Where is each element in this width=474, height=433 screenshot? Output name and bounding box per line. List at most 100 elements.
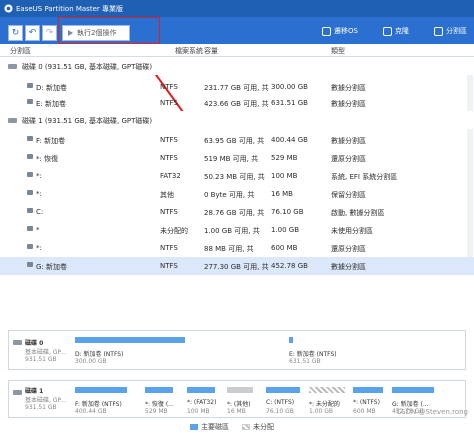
map-part-size: 631.51 GB xyxy=(289,358,321,365)
partition-cap: 1.00 GB 可用, 共 xyxy=(204,227,260,235)
partition-cap: 50.23 MB 可用, 共 xyxy=(204,173,265,181)
map-part-label: F: 新加卷 (NTFS) xyxy=(75,401,122,408)
map-part-size: 100 MB xyxy=(187,408,210,415)
disk-map-name: 磁碟 1 xyxy=(25,388,44,395)
partition-row[interactable]: *: 恢復 NTFS 519 MB 可用, 共 529 MB 還原分割區 xyxy=(0,149,474,167)
partition-total: 16 MB xyxy=(271,190,293,198)
partition-total: 400.44 GB xyxy=(271,136,308,144)
partition-bar[interactable] xyxy=(75,387,127,393)
partition-bar[interactable] xyxy=(289,337,293,343)
partition-row[interactable]: C: NTFS 28.76 GB 可用, 共 76.10 GB 啟動, 數據分割… xyxy=(0,203,474,221)
partition-bar[interactable] xyxy=(75,337,185,343)
partition-row[interactable]: *: FAT32 50.23 MB 可用, 共 100 MB 系統, EFI 系… xyxy=(0,167,474,185)
map-part-label: E: 新加卷 (NTFS) xyxy=(289,351,337,358)
partition-total: 452.78 GB xyxy=(271,262,308,270)
partition-type: 數據分割區 xyxy=(331,100,366,108)
partition-icon xyxy=(27,208,33,213)
legend-primary-label: 主要磁區 xyxy=(201,423,229,431)
partition-total: 1.00 GB xyxy=(271,226,300,234)
redo-button[interactable]: ↷ xyxy=(42,25,57,41)
disk-icon xyxy=(8,64,17,69)
clone-label: 克隆 xyxy=(395,27,409,35)
disk-row[interactable]: 磁碟 1 (931.51 GB, 基本磁碟, GPT磁碟) xyxy=(0,111,474,129)
clone-button[interactable]: 克隆 xyxy=(383,26,409,36)
partition-type: 數據分割區 xyxy=(331,263,366,271)
map-part-size: 400.44 GB xyxy=(75,408,107,415)
disk-icon xyxy=(13,390,22,395)
disk-label: 磁碟 0 (931.51 GB, 基本磁碟, GPT磁碟) xyxy=(22,63,153,71)
partition-name: C: xyxy=(36,208,44,216)
partition-name: E: 新加卷 xyxy=(36,100,67,108)
partition-bar[interactable] xyxy=(187,387,215,393)
partition-fs: NTFS xyxy=(160,99,178,107)
disk-map-0: 磁碟 0 基本磁碟, GP... 931.51 GB D: 新加卷 (NTFS)… xyxy=(8,330,466,370)
partition-bar[interactable] xyxy=(353,387,383,393)
disk-map-sub: 基本磁碟, GP... xyxy=(25,349,66,356)
partition-type: 還原分割區 xyxy=(331,155,366,163)
partition-cap: 231.77 GB 可用, 共 xyxy=(204,84,269,92)
map-part-size: 16 MB xyxy=(227,408,246,415)
partition-icon xyxy=(27,226,33,231)
map-part-label: D: 新加卷 (NTFS) xyxy=(75,351,124,358)
primary-swatch-icon xyxy=(190,424,198,430)
disk-icon xyxy=(13,340,22,345)
unallocated-bar[interactable] xyxy=(309,387,345,393)
partition-row[interactable]: *: NTFS 88 MB 可用, 共 600 MB 還原分割區 xyxy=(0,239,474,257)
partition-name: G: 新加卷 xyxy=(36,263,68,271)
partition-row[interactable]: *: 其他 0 Byte 可用, 共 16 MB 保留分割區 xyxy=(0,185,474,203)
partition-type: 數據分割區 xyxy=(331,137,366,145)
partition-total: 529 MB xyxy=(271,154,298,162)
map-part-label: C: (NTFS) xyxy=(266,399,295,406)
clone-icon xyxy=(383,26,392,36)
undo-button[interactable]: ↶ xyxy=(25,25,40,41)
partition-type: 未使用分割區 xyxy=(331,227,373,235)
partition-icon xyxy=(27,244,33,249)
map-part-label: *: (FAT32) xyxy=(187,399,217,406)
disk-map-name: 磁碟 0 xyxy=(25,340,44,347)
map-part-label: *: (其他) xyxy=(227,401,251,408)
map-part-label: G: 新加卷 (... xyxy=(392,401,429,408)
refresh-button[interactable]: ↻ xyxy=(8,25,23,41)
partition-icon xyxy=(27,99,33,104)
map-part-label: *: 未分配的 xyxy=(309,401,340,408)
partition-cap: 63.95 GB 可用, 共 xyxy=(204,137,265,145)
partition-name: *: 恢復 xyxy=(36,155,59,163)
disk-row[interactable]: 磁碟 0 (931.51 GB, 基本磁碟, GPT磁碟) xyxy=(0,57,474,75)
migrate-os-button[interactable]: 遷移OS xyxy=(322,26,358,36)
partition-bar[interactable] xyxy=(392,387,434,393)
map-part-label: *: 恢復 (... xyxy=(145,401,174,408)
split-icon xyxy=(434,26,443,36)
partition-bar[interactable] xyxy=(266,387,300,393)
partition-bar[interactable] xyxy=(145,387,173,393)
partition-icon xyxy=(27,154,33,159)
disk-map-sub: 基本磁碟, GP... xyxy=(25,397,66,404)
redo-icon: ↷ xyxy=(45,28,54,38)
partition-total: 600 MB xyxy=(271,244,298,252)
partition-row[interactable]: F: 新加卷 NTFS 63.95 GB 可用, 共 400.44 GB 數據分… xyxy=(0,131,474,149)
partition-bar[interactable] xyxy=(227,387,253,393)
partition-name: F: 新加卷 xyxy=(36,137,66,145)
partition-total: 631.51 GB xyxy=(271,99,308,107)
split-partition-button[interactable]: 分割區 xyxy=(434,26,467,36)
partition-type: 保留分割區 xyxy=(331,191,366,199)
partition-row-selected[interactable]: G: 新加卷 NTFS 277.30 GB 可用, 共 452.78 GB 數據… xyxy=(0,257,474,275)
partition-row[interactable]: * 未分配的 1.00 GB 可用, 共 1.00 GB 未使用分割區 xyxy=(0,221,474,239)
map-part-label: *: (NTFS) xyxy=(353,399,380,406)
col-type: 類型 xyxy=(331,47,345,55)
unallocated-swatch-icon xyxy=(242,424,250,430)
partition-fs: 其他 xyxy=(160,191,174,199)
partition-type: 還原分割區 xyxy=(331,245,366,253)
partition-row[interactable]: E: 新加卷 NTFS 423.66 GB 可用, 共 631.51 GB 數據… xyxy=(0,94,474,112)
disk-map-size: 931.51 GB xyxy=(25,356,57,363)
partition-type: 系統, EFI 系統分割區 xyxy=(331,173,398,181)
partition-name: *: xyxy=(36,172,42,180)
table-header: 分割區 檔案系統 容量 類型 xyxy=(0,44,474,57)
legend-unallocated: 未分配 xyxy=(242,422,274,432)
partition-icon xyxy=(27,136,33,141)
partition-fs: NTFS xyxy=(160,83,178,91)
partition-fs: NTFS xyxy=(160,136,178,144)
map-part-size: 1.00 GB xyxy=(309,408,334,415)
map-part-size: 76.10 GB xyxy=(266,408,294,415)
partition-icon xyxy=(27,172,33,177)
col-filesystem: 檔案系統 xyxy=(175,47,203,55)
